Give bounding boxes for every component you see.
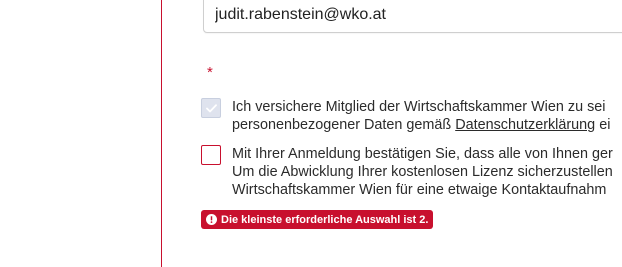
consent-membership-line-2-prefix: personenbezogener Daten gemäß [232,117,456,133]
consent-membership-line-2: personenbezogener Daten gemäß Datenschut… [232,116,622,134]
consent-registration-line-3: Wirtschaftskammer Wien für eine etwaige … [232,182,607,198]
consent-membership-row: Ich versichere Mitglied der Wirtschaftsk… [201,98,622,138]
exclamation-circle-icon [206,214,217,225]
validation-error-message: Die kleinste erforderliche Auswahl ist 2… [221,213,429,226]
consent-registration-text: Mit Ihrer Anmeldung bestätigen Sie, dass… [232,145,622,199]
consent-registration-line-1: Mit Ihrer Anmeldung bestätigen Sie, dass… [232,146,613,162]
consent-registration-checkbox[interactable] [201,145,221,165]
consent-registration-row: Mit Ihrer Anmeldung bestätigen Sie, dass… [201,145,622,201]
validation-error-badge: Die kleinste erforderliche Auswahl ist 2… [201,210,434,229]
consent-registration-line-2: Um die Abwicklung Ihrer kostenlosen Lize… [232,164,613,180]
consent-membership-text: Ich versichere Mitglied der Wirtschaftsk… [232,98,622,134]
consent-membership-checkbox[interactable] [201,98,221,118]
consent-membership-line-1: Ich versichere Mitglied der Wirtschaftsk… [232,99,606,115]
email-field[interactable] [203,0,622,33]
required-marker: * [207,64,213,81]
checkmark-icon [206,104,217,113]
form-left-border [161,0,162,267]
privacy-policy-link[interactable]: Datenschutzerklärung [455,117,595,133]
consent-membership-line-2-suffix: ei [595,117,611,133]
